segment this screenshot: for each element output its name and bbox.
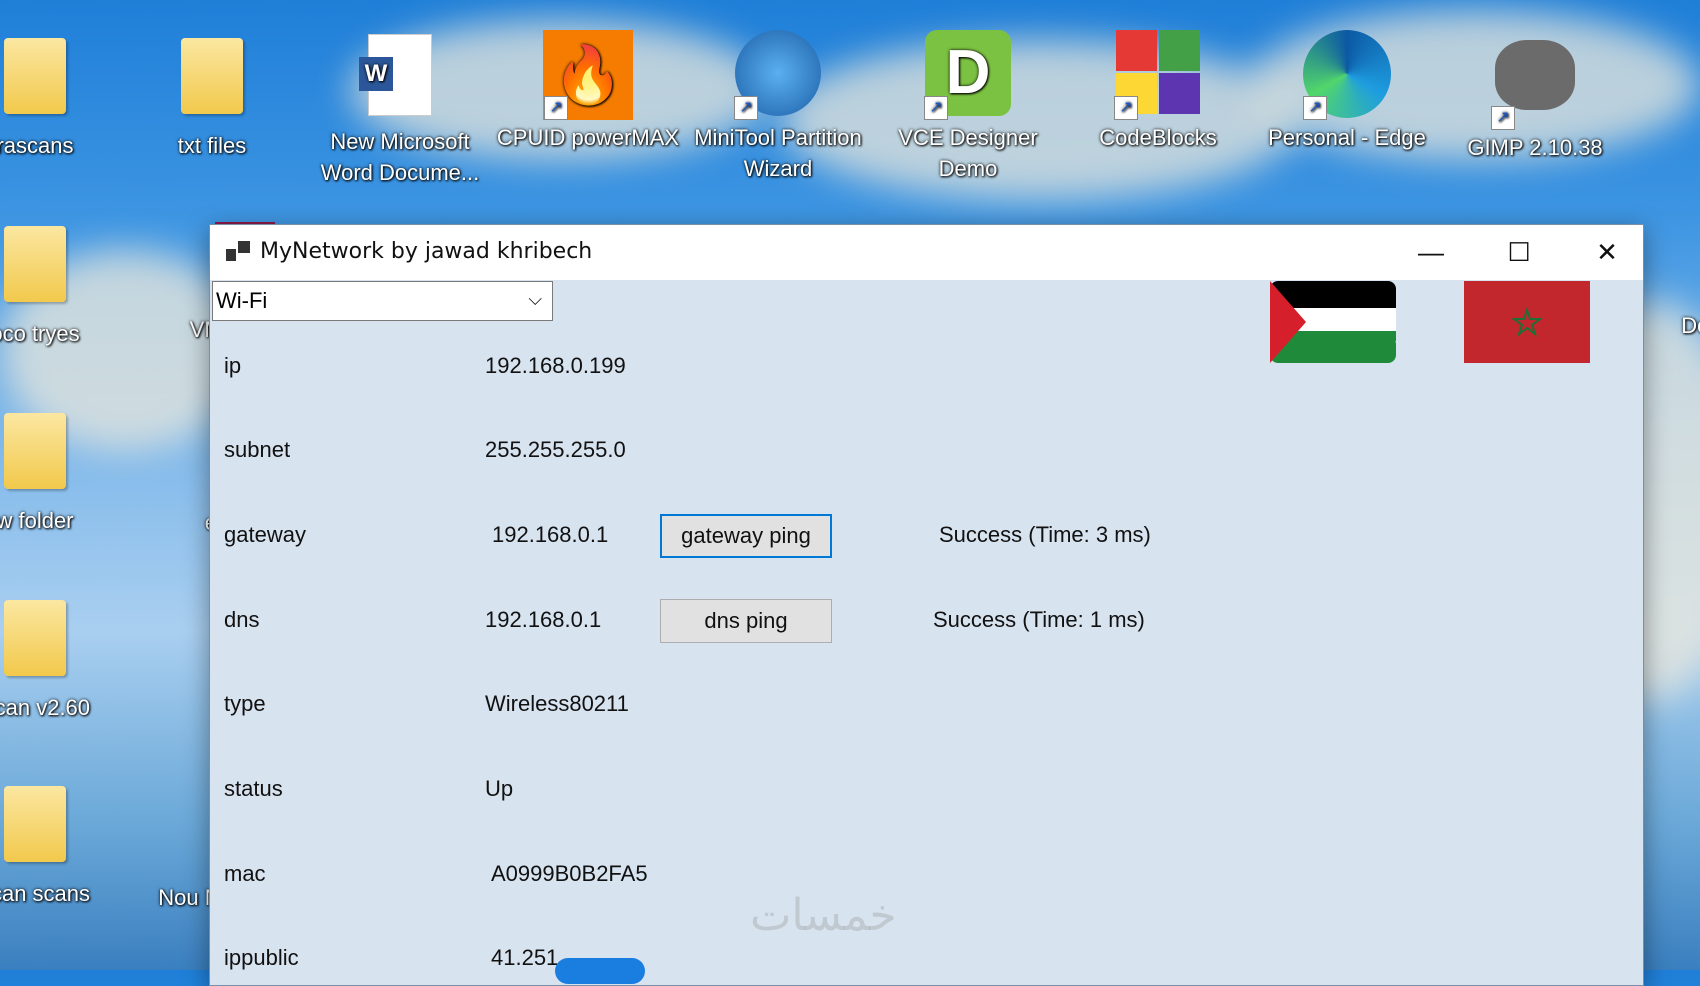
- gateway-ping-button[interactable]: gateway ping: [660, 514, 832, 558]
- desktop-icon-oco-tryes[interactable]: oco tryes: [0, 218, 130, 349]
- window-title: MyNetwork by jawad khribech: [260, 239, 593, 264]
- desktop-icon-label: VCE Designer Demo: [898, 125, 1038, 181]
- adapter-dropdown[interactable]: Wi-Fi ⌵: [212, 281, 553, 321]
- desktop-icon-codeblocks[interactable]: ↗ CodeBlocks: [1063, 30, 1253, 153]
- desktop-icon-word-document[interactable]: W New Microsoft Word Docume...: [305, 30, 495, 188]
- desktop-icon-label: oco tryes: [0, 321, 80, 346]
- title-bar[interactable]: MyNetwork by jawad khribech — ☐ ✕: [210, 225, 1643, 280]
- close-button[interactable]: ✕: [1563, 225, 1651, 280]
- desktop-icon-label: Personal - Edge: [1268, 125, 1426, 150]
- shortcut-arrow-icon: ↗: [1114, 96, 1138, 120]
- status-label: status: [224, 776, 283, 801]
- gateway-value: 192.168.0.1: [492, 522, 609, 547]
- mac-label: mac: [224, 861, 266, 886]
- gimp-icon: [1495, 40, 1575, 110]
- morocco-flag: [1464, 281, 1590, 363]
- app-window-icon: [226, 241, 250, 263]
- ippublic-label: ippublic: [224, 945, 299, 970]
- shortcut-arrow-icon: ↗: [1491, 106, 1515, 130]
- shortcut-arrow-icon: ↗: [1303, 96, 1327, 120]
- gateway-label: gateway: [224, 522, 306, 547]
- adapter-dropdown-value: Wi-Fi: [216, 288, 268, 313]
- ip-value: 192.168.0.199: [485, 353, 626, 378]
- desktop-icon-rascans[interactable]: rascans: [0, 30, 130, 161]
- desktop-icon-label: CodeBlocks: [1099, 125, 1217, 150]
- watermark: خمسات: [750, 890, 897, 941]
- desktop-icon-label: txt files: [177, 133, 247, 158]
- subnet-label: subnet: [224, 437, 291, 462]
- ip-label: ip: [224, 353, 242, 378]
- type-label: type: [224, 691, 266, 716]
- desktop-icon-txt-files[interactable]: txt files: [117, 30, 307, 161]
- desktop-icon-label: New Microsoft Word Docume...: [320, 129, 480, 185]
- ippublic-value: 41.251: [491, 945, 559, 970]
- gateway-ping-result: Success (Time: 3 ms): [939, 522, 1151, 547]
- maximize-button[interactable]: ☐: [1475, 225, 1563, 280]
- desktop-icon-edge[interactable]: ↗ Personal - Edge: [1252, 30, 1442, 153]
- subnet-value: 255.255.255.0: [485, 437, 626, 462]
- shortcut-arrow-icon: ↗: [544, 96, 568, 120]
- type-value: Wireless80211: [485, 691, 629, 716]
- desktop-icon-vce-designer[interactable]: D ↗ VCE Designer Demo: [873, 30, 1063, 184]
- desktop-icon-label: MiniTool Partition Wizard: [694, 125, 862, 181]
- status-value: Up: [485, 776, 514, 801]
- desktop-icon-cpuid-powermax[interactable]: 🔥 ↗ CPUID powerMAX: [493, 30, 683, 153]
- dns-label: dns: [224, 607, 260, 632]
- word-icon: W: [359, 57, 393, 91]
- redaction-scribble: [555, 958, 645, 984]
- desktop-icon-label: rascans: [0, 133, 74, 158]
- mynetwork-window: MyNetwork by jawad khribech — ☐ ✕ Wi-Fi …: [209, 224, 1644, 986]
- chevron-down-icon: ⌵: [528, 289, 542, 309]
- desktop-icon-label: GIMP 2.10.38: [1467, 135, 1603, 160]
- minimize-button[interactable]: —: [1387, 225, 1475, 280]
- mac-value: A0999B0B2FA5: [491, 861, 648, 886]
- desktop-icon-gimp[interactable]: ↗ GIMP 2.10.38: [1440, 30, 1630, 163]
- shortcut-arrow-icon: ↗: [924, 96, 948, 120]
- dns-ping-button[interactable]: dns ping: [660, 599, 832, 643]
- palestine-flag: [1270, 281, 1396, 363]
- desktop-icon-minitool[interactable]: ↗ MiniTool Partition Wizard: [683, 30, 873, 184]
- desktop-icon-label: CPUID powerMAX: [496, 125, 680, 150]
- shortcut-arrow-icon: ↗: [734, 96, 758, 120]
- dns-value: 192.168.0.1: [485, 607, 602, 632]
- dns-ping-result: Success (Time: 1 ms): [933, 607, 1145, 632]
